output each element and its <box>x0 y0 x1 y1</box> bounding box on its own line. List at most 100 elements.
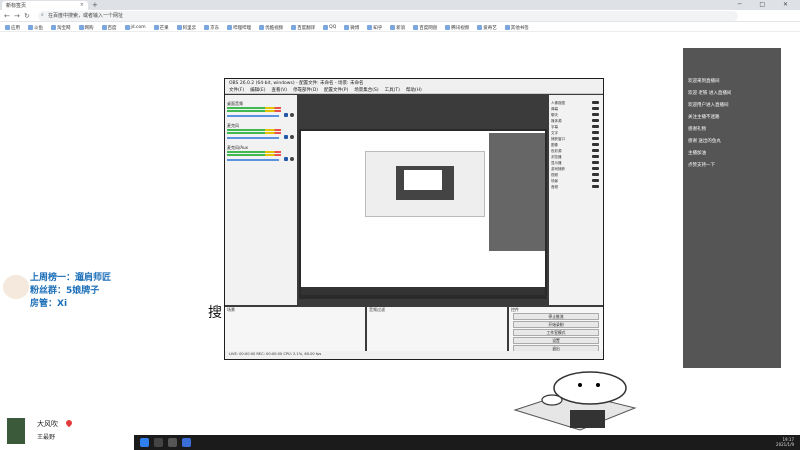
volume-slider[interactable] <box>227 159 279 161</box>
mixer-track: 麦克风 <box>227 123 295 143</box>
menu-item[interactable]: 配置文件(P) <box>324 87 348 93</box>
app-icon[interactable] <box>182 438 191 447</box>
source-item[interactable]: 弹幕 <box>551 107 601 112</box>
bookmark-item[interactable]: 百度网盘 <box>410 24 440 31</box>
source-item[interactable]: 字幕 <box>551 125 601 130</box>
address-bar[interactable]: ⌕ 在百度中搜索，或者输入一个网址 <box>38 11 738 21</box>
bookmark-label: 应用 <box>11 25 20 31</box>
menu-item[interactable]: 停靠部件(D) <box>293 87 318 93</box>
bookmark-item[interactable]: 微博 <box>341 24 362 31</box>
volume-slider[interactable] <box>227 137 279 139</box>
start-icon[interactable] <box>140 438 149 447</box>
speaker-icon[interactable] <box>284 135 288 139</box>
bookmark-item[interactable]: 斗鱼 <box>25 24 46 31</box>
visibility-icon[interactable] <box>592 137 599 140</box>
source-item[interactable]: 游戏捕获 <box>551 167 601 172</box>
visibility-icon[interactable] <box>592 149 599 152</box>
window-controls[interactable]: ─ □ ✕ <box>738 1 796 8</box>
source-item[interactable]: 显示器 <box>551 161 601 166</box>
bookmark-label: 微博 <box>350 25 360 31</box>
source-item[interactable]: 色彩源 <box>551 149 601 154</box>
gear-icon[interactable] <box>290 113 294 117</box>
source-label: 场景 <box>551 179 558 183</box>
chat-message: 感谢 送出的鱼丸 <box>688 139 721 144</box>
volume-slider[interactable] <box>227 115 279 117</box>
visibility-icon[interactable] <box>592 119 599 122</box>
bookmark-item[interactable]: 阿里云 <box>174 24 200 31</box>
gear-icon[interactable] <box>290 135 294 139</box>
filters-header: 音频过滤 <box>369 307 385 312</box>
visibility-icon[interactable] <box>592 101 599 104</box>
visibility-icon[interactable] <box>592 173 599 176</box>
bookmark-item[interactable]: 网购 <box>76 24 97 31</box>
visibility-icon[interactable] <box>592 125 599 128</box>
clock: 19:17 2021/1/9 <box>776 437 794 447</box>
control-button[interactable]: 设置 <box>513 337 599 344</box>
tab-close-icon[interactable]: × <box>80 2 84 8</box>
source-item[interactable]: 媒体源 <box>551 119 601 124</box>
bookmark-item[interactable]: 其他书签 <box>502 24 532 31</box>
bookmark-item[interactable]: 知乎 <box>364 24 385 31</box>
bookmark-item[interactable]: QQ <box>320 24 339 31</box>
source-item[interactable]: 场景 <box>551 179 601 184</box>
bookmark-item[interactable]: 优酷视频 <box>256 24 286 31</box>
visibility-icon[interactable] <box>592 179 599 182</box>
menu-item[interactable]: 编辑(E) <box>250 87 265 93</box>
visibility-icon[interactable] <box>592 113 599 116</box>
bookmark-item[interactable]: 新浪 <box>387 24 408 31</box>
visibility-icon[interactable] <box>592 185 599 188</box>
source-item[interactable]: 聊天 <box>551 113 601 118</box>
search-char: 搜 <box>208 305 222 321</box>
visibility-icon[interactable] <box>592 143 599 146</box>
visibility-icon[interactable] <box>592 131 599 134</box>
source-item[interactable]: 文字 <box>551 131 601 136</box>
chat-message: 主播加油 <box>688 151 706 156</box>
bookmark-item[interactable]: 京东 <box>201 24 222 31</box>
speaker-icon[interactable] <box>284 157 288 161</box>
preview-canvas[interactable] <box>299 129 547 299</box>
menu-item[interactable]: 文件(F) <box>229 87 244 93</box>
bookmark-favicon-icon <box>504 25 510 30</box>
control-button[interactable]: 停止推流 <box>513 313 599 320</box>
menu-item[interactable]: 场景集合(S) <box>354 87 378 93</box>
bookmark-item[interactable]: 芒果 <box>151 24 172 31</box>
bookmark-item[interactable]: 哔哩哔哩 <box>224 24 254 31</box>
bookmark-item[interactable]: 爱奇艺 <box>474 24 500 31</box>
menu-item[interactable]: 查看(V) <box>271 87 287 93</box>
source-item[interactable]: 浏览器 <box>551 155 601 160</box>
bookmark-item[interactable]: 应用 <box>2 24 23 31</box>
visibility-icon[interactable] <box>592 155 599 158</box>
steam-icon[interactable] <box>154 438 163 447</box>
source-label: 浏览器 <box>551 155 562 159</box>
source-item[interactable]: 音频 <box>551 185 601 190</box>
bookmark-item[interactable]: 百度翻译 <box>288 24 318 31</box>
visibility-icon[interactable] <box>592 161 599 164</box>
tab-new[interactable]: 新标签页 × <box>2 1 88 10</box>
speaker-icon[interactable] <box>284 113 288 117</box>
reload-icon[interactable]: ↻ <box>24 12 30 20</box>
source-label: 视频 <box>551 173 558 177</box>
bookmark-item[interactable]: 腾讯视频 <box>442 24 472 31</box>
bookmark-favicon-icon <box>390 25 396 30</box>
source-label: 人像抠图 <box>551 101 565 105</box>
bookmark-item[interactable]: 百度 <box>99 24 120 31</box>
back-icon[interactable]: ← <box>4 12 10 20</box>
bookmark-item[interactable]: jd.com <box>122 24 149 31</box>
source-item[interactable]: 人像抠图 <box>551 101 601 106</box>
control-button[interactable]: 工作室模式 <box>513 329 599 336</box>
bookmark-item[interactable]: 淘宝网 <box>48 24 74 31</box>
visibility-icon[interactable] <box>592 167 599 170</box>
control-button[interactable]: 开始录制 <box>513 321 599 328</box>
gear-icon[interactable] <box>290 157 294 161</box>
nested-chat-panel <box>489 133 545 251</box>
source-item[interactable]: 图像 <box>551 143 601 148</box>
source-item[interactable]: 捕获窗口 <box>551 137 601 142</box>
obs-icon[interactable] <box>168 438 177 447</box>
menu-item[interactable]: 工具(T) <box>385 87 400 93</box>
visibility-icon[interactable] <box>592 107 599 110</box>
forward-icon[interactable]: → <box>14 12 20 20</box>
menu-item[interactable]: 帮助(H) <box>406 87 422 93</box>
source-item[interactable]: 视频 <box>551 173 601 178</box>
new-tab-button[interactable]: + <box>92 1 98 9</box>
bookmark-label: 其他书签 <box>510 25 529 31</box>
